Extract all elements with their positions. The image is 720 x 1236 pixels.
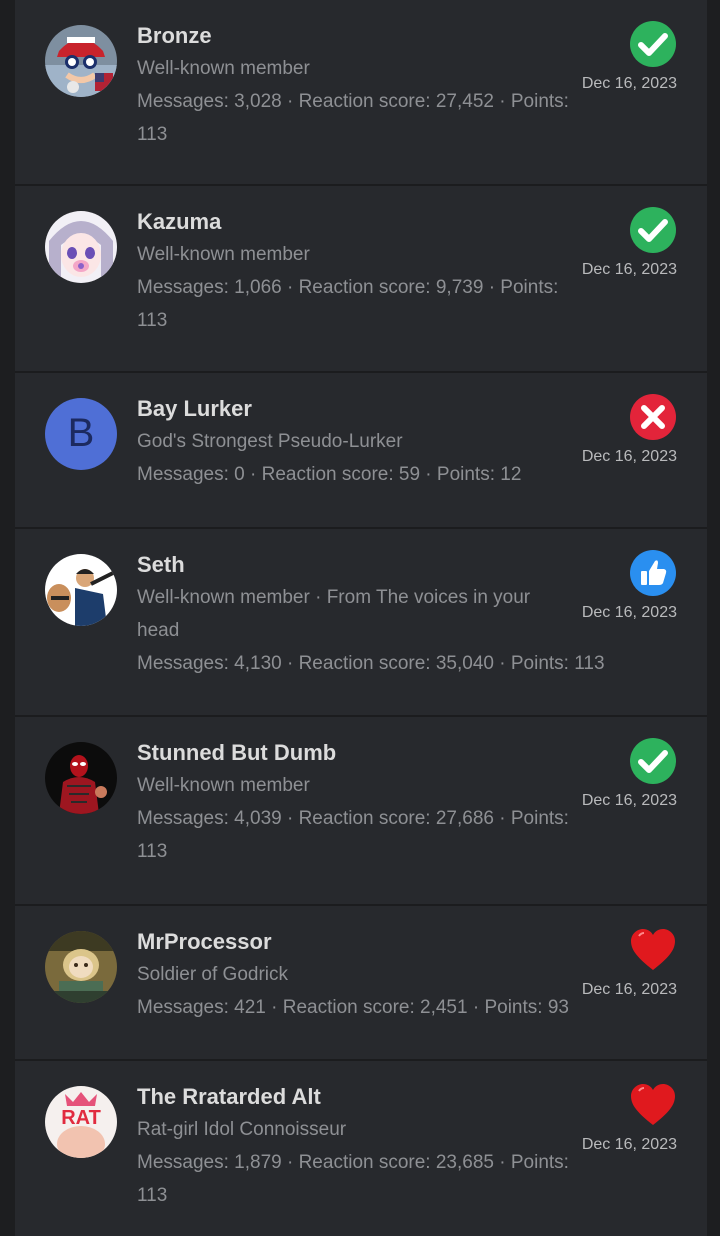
user-title: Well-known member xyxy=(137,244,310,265)
list-item: Bronze Well-known member Messages: 3,028… xyxy=(15,0,707,186)
user-title-continued: head xyxy=(137,620,180,641)
reaction-date: Dec 16, 2023 xyxy=(581,792,677,809)
avatar[interactable] xyxy=(45,554,117,626)
user-stats: Messages: 4,039 · Reaction score: 27,686… xyxy=(137,808,569,829)
list-item: Kazuma Well-known member Messages: 1,066… xyxy=(15,186,707,373)
heart-icon xyxy=(629,926,677,974)
reaction-date: Dec 16, 2023 xyxy=(581,981,677,998)
heart-icon xyxy=(629,1081,677,1129)
like-check-icon xyxy=(629,20,677,68)
user-stats-continued: 113 xyxy=(137,124,168,145)
list-item: MrProcessor Soldier of Godrick Messages:… xyxy=(15,906,707,1061)
username-link[interactable]: Bronze xyxy=(137,20,577,52)
username-link[interactable]: Stunned But Dumb xyxy=(137,737,577,769)
avatar[interactable] xyxy=(45,211,117,283)
avatar[interactable]: B xyxy=(45,398,117,470)
user-title: Well-known member xyxy=(137,58,310,79)
user-stats-continued: 113 xyxy=(137,1185,168,1206)
username-link[interactable]: The Rratarded Alt xyxy=(137,1081,577,1113)
user-title: Well-known member · From The voices in y… xyxy=(137,587,531,608)
reaction-date: Dec 16, 2023 xyxy=(581,75,677,92)
user-title: God's Strongest Pseudo-Lurker xyxy=(137,431,403,452)
user-stats-continued: 113 xyxy=(137,841,168,862)
username-link[interactable]: Bay Lurker xyxy=(137,393,577,425)
list-item: Stunned But Dumb Well-known member Messa… xyxy=(15,717,707,906)
list-item: RAT The Rratarded Alt Rat-girl Idol Conn… xyxy=(15,1061,707,1236)
username-link[interactable]: MrProcessor xyxy=(137,926,577,958)
user-stats: Messages: 421 · Reaction score: 2,451 · … xyxy=(137,997,569,1018)
user-stats: Messages: 1,066 · Reaction score: 9,739 … xyxy=(137,277,559,298)
reaction-date: Dec 16, 2023 xyxy=(581,1136,677,1153)
avatar-text: RAT xyxy=(61,1107,101,1129)
reactions-list: Bronze Well-known member Messages: 3,028… xyxy=(15,0,707,1236)
reaction-date: Dec 16, 2023 xyxy=(581,604,677,621)
like-check-icon xyxy=(629,737,677,785)
user-title: Soldier of Godrick xyxy=(137,964,289,985)
user-stats: Messages: 3,028 · Reaction score: 27,452… xyxy=(137,91,569,112)
dislike-x-icon xyxy=(629,393,677,441)
reaction-date: Dec 16, 2023 xyxy=(581,261,677,278)
username-link[interactable]: Kazuma xyxy=(137,206,577,238)
avatar[interactable] xyxy=(45,931,117,1003)
username-link[interactable]: Seth xyxy=(137,549,577,581)
user-stats: Messages: 0 · Reaction score: 59 · Point… xyxy=(137,464,522,485)
list-item: B Bay Lurker God's Strongest Pseudo-Lurk… xyxy=(15,373,707,529)
avatar[interactable]: RAT xyxy=(45,1086,117,1158)
user-title: Well-known member xyxy=(137,775,310,796)
like-check-icon xyxy=(629,206,677,254)
reaction-date: Dec 16, 2023 xyxy=(581,448,677,465)
avatar[interactable] xyxy=(45,25,117,97)
thumbs-up-icon xyxy=(629,549,677,597)
user-stats: Messages: 4,130 · Reaction score: 35,040… xyxy=(137,653,605,674)
avatar-letter: B xyxy=(68,411,95,455)
user-title: Rat-girl Idol Connoisseur xyxy=(137,1119,347,1140)
avatar[interactable] xyxy=(45,742,117,814)
list-item: Seth Well-known member · From The voices… xyxy=(15,529,707,717)
user-stats: Messages: 1,879 · Reaction score: 23,685… xyxy=(137,1152,569,1173)
user-stats-continued: 113 xyxy=(137,310,168,331)
